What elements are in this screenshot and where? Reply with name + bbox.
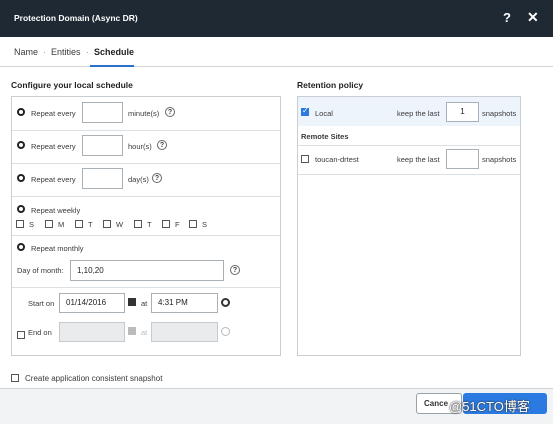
close-icon[interactable]: ✕ bbox=[527, 9, 539, 26]
repeat-weekly-label: Repeat weekly bbox=[31, 206, 81, 215]
tab-active-indicator bbox=[90, 65, 134, 67]
days-input[interactable] bbox=[82, 168, 123, 189]
days-help-icon[interactable]: ? bbox=[152, 173, 162, 183]
app-consistent-label: Create application consistent snapshot bbox=[25, 374, 163, 383]
minutes-input[interactable] bbox=[82, 102, 123, 123]
keep-last-label: keep the last bbox=[397, 109, 440, 118]
minutes-help-icon[interactable]: ? bbox=[165, 107, 175, 117]
hours-input[interactable] bbox=[82, 135, 123, 156]
end-date-input[interactable] bbox=[59, 322, 125, 342]
row-divider bbox=[298, 174, 520, 175]
remote-snapshot-count[interactable] bbox=[446, 149, 479, 169]
weekday-checkbox-wed[interactable] bbox=[103, 220, 111, 228]
tab-separator: · bbox=[86, 47, 89, 57]
hours-help-icon[interactable]: ? bbox=[157, 140, 167, 150]
row-divider bbox=[12, 287, 280, 288]
row-divider bbox=[12, 130, 280, 131]
tab-entities[interactable]: Entities bbox=[51, 47, 81, 57]
weekday-checkbox-mon[interactable] bbox=[45, 220, 53, 228]
tab-schedule[interactable]: Schedule bbox=[94, 47, 134, 57]
end-at-label: at bbox=[141, 328, 148, 337]
end-on-checkbox[interactable] bbox=[17, 331, 25, 339]
repeat-every-label: Repeat every bbox=[31, 142, 76, 151]
start-on-label: Start on bbox=[28, 299, 55, 308]
row-divider bbox=[12, 196, 280, 197]
repeat-hours-radio[interactable] bbox=[17, 141, 25, 149]
retention-heading: Retention policy bbox=[297, 80, 364, 90]
end-on-label: End on bbox=[28, 328, 52, 337]
weekday-label: W bbox=[116, 220, 124, 229]
local-label: Local bbox=[315, 109, 333, 118]
calendar-icon[interactable] bbox=[128, 298, 136, 306]
repeat-weekly-radio[interactable] bbox=[17, 205, 25, 213]
repeat-monthly-radio[interactable] bbox=[17, 243, 25, 251]
clock-icon bbox=[221, 327, 230, 336]
local-snapshot-count[interactable]: 1 bbox=[446, 102, 479, 122]
weekday-checkbox-thu[interactable] bbox=[134, 220, 142, 228]
tab-name[interactable]: Name bbox=[14, 47, 38, 57]
calendar-icon bbox=[128, 327, 136, 335]
weekday-checkbox-sun[interactable] bbox=[16, 220, 24, 228]
watermark: @51CTO博客 bbox=[449, 399, 530, 414]
weekday-label: T bbox=[147, 220, 152, 229]
snapshots-label: snapshots bbox=[482, 155, 517, 164]
dialog-title: Protection Domain (Async DR) bbox=[14, 13, 138, 23]
hours-unit-label: hour(s) bbox=[128, 142, 152, 151]
weekday-checkbox-fri[interactable] bbox=[162, 220, 170, 228]
weekday-checkbox-tue[interactable] bbox=[75, 220, 83, 228]
keep-last-label: keep the last bbox=[397, 155, 440, 164]
weekday-label: T bbox=[88, 220, 93, 229]
remote-site-name: toucan-drtest bbox=[315, 155, 359, 164]
start-time-input[interactable]: 4:31 PM bbox=[151, 293, 218, 313]
day-of-month-label: Day of month: bbox=[17, 266, 64, 275]
repeat-days-radio[interactable] bbox=[17, 174, 25, 182]
weekday-label: S bbox=[29, 220, 35, 229]
day-of-month-input[interactable]: 1,10,20 bbox=[70, 260, 224, 281]
weekday-checkbox-sat[interactable] bbox=[189, 220, 197, 228]
schedule-heading: Configure your local schedule bbox=[11, 80, 133, 90]
row-divider bbox=[12, 235, 280, 236]
remote-site-checkbox[interactable] bbox=[301, 155, 309, 163]
minutes-unit-label: minute(s) bbox=[128, 109, 160, 118]
repeat-minutes-radio[interactable] bbox=[17, 108, 25, 116]
repeat-every-label: Repeat every bbox=[31, 175, 76, 184]
repeat-every-label: Repeat every bbox=[31, 109, 76, 118]
end-time-input[interactable] bbox=[151, 322, 218, 342]
app-consistent-checkbox[interactable] bbox=[11, 374, 19, 382]
weekday-label: F bbox=[175, 220, 180, 229]
tab-divider bbox=[0, 66, 553, 67]
local-checkbox[interactable] bbox=[301, 106, 309, 116]
remote-sites-label: Remote Sites bbox=[301, 132, 349, 141]
tab-separator: · bbox=[43, 47, 46, 57]
snapshots-label: snapshots bbox=[482, 109, 517, 118]
start-at-label: at bbox=[141, 299, 148, 308]
repeat-monthly-label: Repeat monthly bbox=[31, 244, 84, 253]
dialog-title-bar: Protection Domain (Async DR) ? ✕ bbox=[0, 0, 553, 37]
days-unit-label: day(s) bbox=[128, 175, 149, 184]
clock-icon[interactable] bbox=[221, 298, 230, 307]
weekday-label: S bbox=[202, 220, 208, 229]
row-divider bbox=[12, 163, 280, 164]
weekday-label: M bbox=[58, 220, 65, 229]
help-icon[interactable]: ? bbox=[503, 10, 511, 25]
day-of-month-help-icon[interactable]: ? bbox=[230, 265, 240, 275]
start-date-input[interactable]: 01/14/2016 bbox=[59, 293, 125, 313]
row-divider bbox=[298, 145, 520, 146]
